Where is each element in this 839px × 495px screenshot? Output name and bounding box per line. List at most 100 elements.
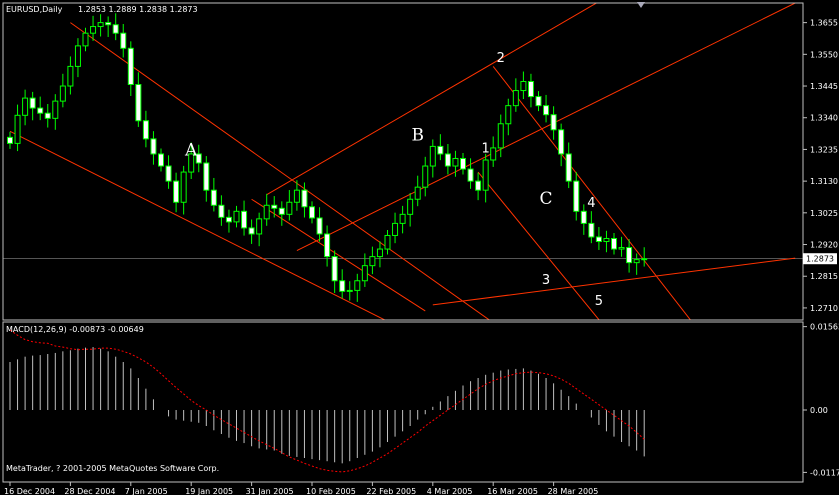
price-tick-label: 1.2710 <box>810 304 838 313</box>
current-price-label: 1.2873 <box>806 255 834 264</box>
date-tick-label: 16 Mar 2005 <box>487 487 538 495</box>
candle-body <box>626 247 633 264</box>
candle-body <box>142 120 149 140</box>
date-tick-label: 16 Dec 2004 <box>4 487 55 495</box>
candle-body <box>475 180 482 191</box>
candle-body <box>14 114 21 144</box>
ohlc-readout: 1.2853 1.2889 1.2838 1.2873 <box>78 5 198 14</box>
candle-body <box>286 201 293 215</box>
candle-body <box>82 32 89 47</box>
wave-label: 3 <box>542 273 550 288</box>
candle-body <box>618 247 625 250</box>
candle-body <box>225 216 232 223</box>
candle-body <box>256 218 263 235</box>
price-tick-label: 1.3235 <box>810 145 838 154</box>
candle-body <box>150 138 157 155</box>
candle-body <box>512 90 519 107</box>
candle-body <box>588 222 595 238</box>
candle-body <box>173 180 180 203</box>
candle-body <box>218 204 225 218</box>
candle-body <box>369 256 376 267</box>
candle-body <box>376 248 383 258</box>
candle-body <box>399 213 406 224</box>
candle-body <box>346 289 353 292</box>
price-chart[interactable]: A B C 1 2 3 4 5 1.3655 1.3550 1.3445 1.3340 1.3235 1… <box>0 0 839 495</box>
candle-body <box>293 189 300 203</box>
date-tick-label: 4 Mar 2005 <box>427 487 473 495</box>
price-tick-label: 1.2920 <box>810 241 838 250</box>
candle-body <box>248 227 255 235</box>
price-tick-label: 1.3340 <box>810 114 838 123</box>
candle-body <box>407 198 414 215</box>
candle-body <box>135 84 142 122</box>
candle-body <box>180 171 187 203</box>
candle-body <box>278 207 285 215</box>
candle-body <box>490 147 497 161</box>
candle-body <box>331 256 338 282</box>
date-tick-label: 22 Feb 2005 <box>366 487 416 495</box>
candle-body <box>460 157 466 170</box>
date-tick-label: 28 Dec 2004 <box>64 487 115 495</box>
candle-body <box>354 280 361 291</box>
candle-body <box>59 85 66 102</box>
date-tick-label: 28 Mar 2005 <box>548 487 599 495</box>
candle-body <box>452 157 459 167</box>
candle-body <box>241 210 248 229</box>
candle-body <box>105 22 112 26</box>
candle-body <box>384 234 391 250</box>
wave-label: C <box>540 189 553 209</box>
wave-label: 5 <box>595 294 603 309</box>
chart-background <box>0 0 839 495</box>
candle-body <box>203 162 210 191</box>
wave-label: 4 <box>587 196 595 211</box>
macd-tick-label: 0.00 <box>810 406 828 415</box>
candle-body <box>22 97 29 116</box>
price-tick-label: 1.3550 <box>810 50 838 59</box>
candle-body <box>67 65 74 87</box>
candle-body <box>520 80 527 92</box>
candle-body <box>339 280 346 292</box>
candle-body <box>392 222 399 236</box>
candle-body <box>97 22 104 28</box>
candle-body <box>573 180 580 212</box>
candle-body <box>7 136 13 144</box>
macd-tick-label: -0.0117 <box>810 468 839 477</box>
candle-body <box>550 114 557 131</box>
candle-body <box>633 259 640 264</box>
candle-body <box>29 97 36 109</box>
candle-body <box>324 233 331 258</box>
candle-body <box>127 47 134 86</box>
price-tick-label: 1.3445 <box>810 82 838 91</box>
candle-body <box>641 258 648 261</box>
wave-label: 2 <box>497 51 505 66</box>
candle-body <box>316 217 323 235</box>
candle-body <box>565 153 572 182</box>
candle-body <box>120 32 127 49</box>
candle-body <box>535 96 542 107</box>
candle-body <box>497 123 504 149</box>
candle-body <box>309 206 315 219</box>
candle-body <box>74 45 81 67</box>
candle-body <box>158 153 164 167</box>
candle-body <box>558 129 565 155</box>
candle-body <box>301 189 308 208</box>
price-tick-label: 1.3655 <box>810 19 838 28</box>
copyright-text: MetaTrader, ? 2001-2005 MetaQuotes Softw… <box>6 464 219 473</box>
candle-body <box>429 145 436 167</box>
candle-body <box>595 236 602 243</box>
candle-body <box>505 105 512 125</box>
macd-label: MACD(12,26,9) -0.00873 -0.00649 <box>6 325 144 334</box>
wave-label: 1 <box>482 141 490 156</box>
candle-body <box>482 159 489 191</box>
candle-body <box>444 153 451 167</box>
date-tick-label: 31 Jan 2005 <box>246 487 294 495</box>
candle-body <box>233 210 240 223</box>
candle-body <box>361 265 368 282</box>
candle-body <box>527 80 534 98</box>
date-tick-label: 10 Feb 2005 <box>306 487 356 495</box>
candle-body <box>37 107 44 114</box>
candle-body <box>263 204 270 220</box>
candle-body <box>271 204 278 209</box>
date-tick-label: 7 Jan 2005 <box>125 487 168 495</box>
candle-body <box>414 186 421 200</box>
